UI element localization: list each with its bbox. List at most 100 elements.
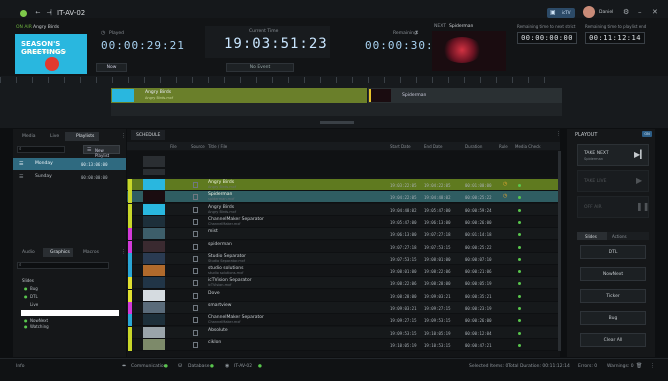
graphics-item-selected[interactable]: [21, 310, 119, 316]
close-icon[interactable]: ✕: [652, 8, 658, 16]
row-start-time: 19:07:53:15: [390, 257, 417, 262]
played-label: Played: [109, 31, 125, 36]
graphics-item[interactable]: Bug: [30, 286, 38, 291]
schedule-row[interactable]: icTVision Separator icTVision.mxf 19:08:22…: [127, 277, 560, 289]
now-button[interactable]: Now: [96, 63, 127, 72]
row-end-time: 19:09:27:15: [424, 306, 451, 311]
playlist-row[interactable]: ☰ Sunday 00:00:00:00: [13, 171, 126, 183]
schedule-row[interactable]: Angry Birds Angry Birds.mxf 19:04:48:02 19:…: [127, 204, 560, 216]
playlist-search-input[interactable]: [17, 146, 65, 153]
schedule-row[interactable]: Dove 19:08:28:00 19:09:03:21 00:00:35:21: [127, 290, 560, 302]
onair-title: Angry Birds: [33, 25, 60, 30]
schedule-row[interactable]: ChannelMaker Separator ChannelMaker.mxf 19…: [127, 314, 560, 326]
timeline-clip-next[interactable]: [368, 88, 562, 103]
trash-icon[interactable]: 🗑: [636, 363, 642, 369]
row-title: mist: [208, 229, 218, 234]
schedule-tab-label: SCHEDULE: [136, 133, 161, 138]
tab-macros[interactable]: Macros: [83, 250, 99, 255]
playlist-row[interactable]: ☰ Monday 00:13:06:00: [13, 158, 126, 170]
column-header[interactable]: File: [170, 144, 177, 149]
column-header[interactable]: Duration: [465, 144, 482, 149]
row-end-time: 19:08:22:06: [424, 269, 451, 274]
schedule-row[interactable]: studio solutions studio solutions.mxf 19:0…: [127, 265, 560, 277]
row-subtitle: Studio Separator.mxf: [208, 259, 246, 263]
schedule-row[interactable]: smartview 19:09:03:21 19:09:27:15 00:00:23:…: [127, 302, 560, 314]
slide-button-bug[interactable]: Bug: [580, 311, 646, 325]
status-database[interactable]: Database: [188, 364, 209, 369]
slide-button-dtl[interactable]: DTL: [580, 245, 646, 259]
spiderman-graphic: [442, 37, 482, 63]
schedule-row[interactable]: Studio Separator Studio Separator.mxf 19:0…: [127, 253, 560, 265]
tab-actions[interactable]: Actions: [612, 234, 627, 239]
view-toggle-label: icTV: [562, 10, 571, 15]
row-duration: 00:00:21:06: [465, 269, 492, 274]
schedule-row[interactable]: Absolute 19:09:53:15 19:10:05:19 00:00:12:0…: [127, 327, 560, 339]
schedule-row[interactable]: ChannelMaker Separator ChannelMaker.mxf 19…: [127, 216, 560, 228]
schedule-scrollbar[interactable]: [558, 151, 561, 351]
file-icon: [193, 342, 198, 348]
onair-label: ON AIR: [16, 25, 32, 30]
schedule-row[interactable]: ciklon 19:10:05:19 19:10:53:15 00:00:47:21: [127, 339, 560, 351]
column-header[interactable]: Title / File: [208, 144, 227, 149]
media-check-ok-icon: [518, 319, 521, 322]
minimize-icon[interactable]: –: [638, 8, 642, 16]
schedule-row[interactable]: spiderman 19:07:27:18 19:07:53:15 00:00:25:…: [127, 241, 560, 253]
tab-audio[interactable]: Audio: [22, 250, 35, 255]
group-color-bar: [128, 216, 132, 228]
schedule-row[interactable]: Spiderman spiderman.mxf 19:04:22:05 19:04:4…: [127, 191, 560, 203]
tab-schedule[interactable]: SCHEDULE: [131, 130, 165, 140]
graphics-item[interactable]: NowNext: [30, 318, 48, 323]
status-dot-icon: ●: [24, 324, 28, 329]
graphics-search-input[interactable]: [17, 262, 109, 269]
row-thumbnail: [143, 191, 165, 202]
row-end-time: 19:09:03:21: [424, 294, 451, 299]
new-playlist-label: New Playlist: [95, 148, 110, 158]
media-check-ok-icon: [518, 196, 521, 199]
row-subtitle: Angry Birds.mxf: [208, 210, 237, 214]
graphics-item[interactable]: DTL: [30, 294, 38, 299]
more-icon[interactable]: ⋮: [556, 131, 561, 137]
tab-graphics[interactable]: Graphics: [50, 250, 70, 255]
schedule-row[interactable]: Angry Birds Angry Birds.mxf 19:03:22:05 19:…: [127, 179, 560, 191]
more-icon[interactable]: ⋮: [121, 249, 126, 255]
group-color-bar: [128, 327, 132, 339]
playlist-icon: ☰: [19, 161, 24, 167]
row-start-time: 19:03:22:05: [390, 183, 417, 188]
row-title: Absolute: [208, 328, 228, 333]
column-header[interactable]: End Date: [424, 144, 442, 149]
column-header[interactable]: Rule: [499, 144, 508, 149]
back-icon[interactable]: ←: [33, 9, 43, 17]
schedule-row[interactable]: mist 19:06:13:00 19:07:27:18 00:01:14:18: [127, 228, 560, 240]
slide-button-ticker[interactable]: Ticker: [580, 289, 646, 303]
view-toggle-button[interactable]: ▣ icTV: [547, 8, 575, 18]
search-icon: ⌕: [19, 147, 22, 152]
graphics-folder[interactable]: Slides: [22, 278, 34, 283]
tab-media[interactable]: Media: [22, 134, 36, 139]
more-icon[interactable]: ⋮: [650, 363, 655, 369]
tab-live[interactable]: Live: [50, 134, 59, 139]
take-next-button[interactable]: TAKE NEXT Spiderman ▶▎: [577, 144, 649, 166]
status-ok-icon: ●: [210, 364, 214, 369]
no-event-button[interactable]: No Event: [226, 63, 294, 72]
take-live-button[interactable]: TAKE LIVE ▶: [577, 170, 649, 192]
graphics-item[interactable]: Live: [30, 302, 38, 307]
clear-all-button[interactable]: Clear All: [580, 333, 646, 347]
gear-icon[interactable]: ⚙: [623, 8, 629, 16]
status-channel[interactable]: IT-AV-02: [234, 364, 252, 369]
avatar[interactable]: [583, 6, 595, 18]
playout-status-badge[interactable]: ON: [642, 131, 652, 137]
column-header[interactable]: Start Date: [390, 144, 411, 149]
graphics-item[interactable]: Watching: [30, 324, 49, 329]
column-header[interactable]: Source: [191, 144, 205, 149]
column-header[interactable]: Media Check: [515, 144, 541, 149]
timeline-scrollbar[interactable]: [320, 121, 354, 124]
off-air-button[interactable]: OFF AIR ❚❚: [577, 196, 649, 218]
tab-slides[interactable]: Slides: [585, 234, 597, 239]
tab-playlists[interactable]: Playlists: [76, 134, 94, 139]
group-color-bar: [128, 277, 132, 289]
slide-button-nownext[interactable]: NowNext: [580, 267, 646, 281]
more-icon[interactable]: ⋮: [121, 133, 126, 139]
new-playlist-button[interactable]: ☰ New Playlist: [83, 145, 120, 158]
status-communication[interactable]: Communication: [131, 364, 166, 369]
row-duration: 00:01:00:00: [465, 183, 492, 188]
